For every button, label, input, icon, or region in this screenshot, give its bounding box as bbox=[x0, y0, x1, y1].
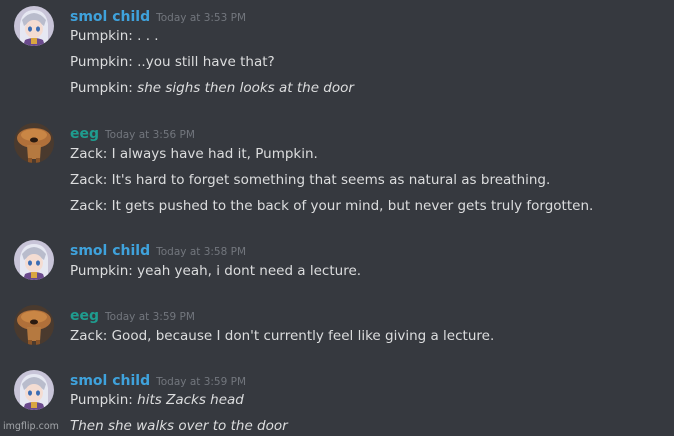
username[interactable]: smol child bbox=[70, 9, 150, 25]
mushroom-creature-avatar-icon bbox=[14, 305, 54, 345]
message-line: Zack: Good, because I don't currently fe… bbox=[70, 328, 495, 344]
italic-action-text: Then she walks over to the door bbox=[70, 418, 288, 434]
italic-action-text: hits Zacks head bbox=[137, 392, 244, 408]
anime-girl-avatar-icon bbox=[14, 6, 54, 46]
message-line: Zack: I always have had it, Pumpkin. bbox=[70, 146, 318, 162]
message-header: smol child Today at 3:58 PM bbox=[70, 240, 246, 260]
message-timestamp: Today at 3:58 PM bbox=[156, 246, 247, 258]
anime-girl-avatar-icon bbox=[14, 240, 54, 280]
user-avatar[interactable] bbox=[14, 123, 54, 163]
user-avatar[interactable] bbox=[14, 240, 54, 280]
message-line: Pumpkin: hits Zacks head bbox=[70, 392, 244, 408]
mushroom-creature-avatar-icon bbox=[14, 123, 54, 163]
user-avatar[interactable] bbox=[14, 6, 54, 46]
message-line: Pumpkin: yeah yeah, i dont need a lectur… bbox=[70, 263, 362, 279]
message-line: Pumpkin: she sighs then looks at the doo… bbox=[70, 80, 354, 96]
username[interactable]: eeg bbox=[70, 126, 99, 142]
user-avatar[interactable] bbox=[14, 305, 54, 345]
message-header: eeg Today at 3:59 PM bbox=[70, 305, 195, 325]
username[interactable]: smol child bbox=[70, 373, 150, 389]
message-header: eeg Today at 3:56 PM bbox=[70, 123, 195, 143]
message-line: Pumpkin: ..you still have that? bbox=[70, 54, 275, 70]
message-line: Pumpkin: . . . bbox=[70, 28, 159, 44]
user-avatar[interactable] bbox=[14, 370, 54, 410]
message-line: Then she walks over to the door bbox=[70, 416, 288, 436]
message-timestamp: Today at 3:56 PM bbox=[105, 129, 195, 141]
message-header: smol child Today at 3:53 PM bbox=[70, 6, 246, 26]
italic-action-text: she sighs then looks at the door bbox=[137, 80, 354, 96]
anime-girl-avatar-icon bbox=[14, 370, 54, 410]
message-header: smol child Today at 3:59 PM bbox=[70, 370, 246, 390]
message-timestamp: Today at 3:53 PM bbox=[156, 12, 247, 24]
message-timestamp: Today at 3:59 PM bbox=[156, 376, 247, 388]
username[interactable]: eeg bbox=[70, 308, 99, 324]
watermark-text: imgflip.com bbox=[3, 421, 59, 432]
message-timestamp: Today at 3:59 PM bbox=[105, 311, 195, 323]
username[interactable]: smol child bbox=[70, 243, 150, 259]
message-line: Zack: It's hard to forget something that… bbox=[70, 172, 551, 188]
message-line: Zack: It gets pushed to the back of your… bbox=[70, 198, 594, 214]
